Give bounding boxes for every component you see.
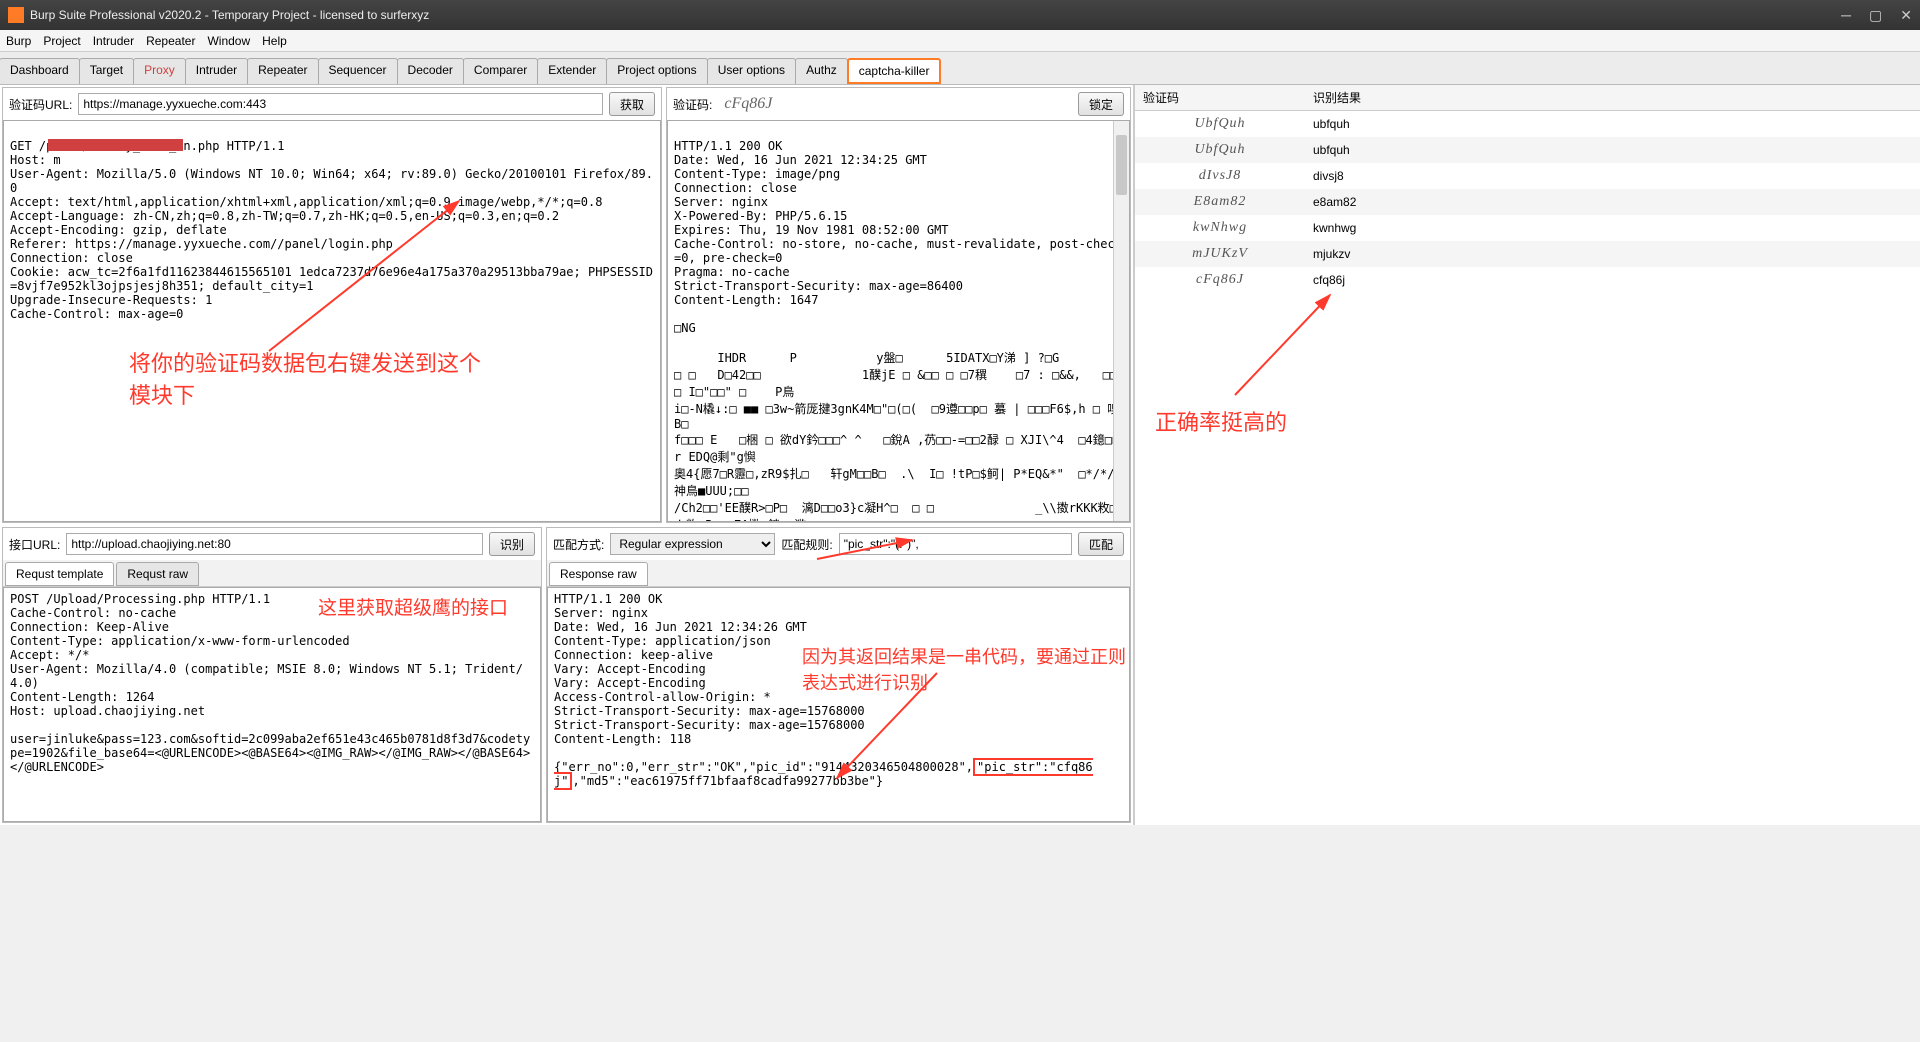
tab-dashboard[interactable]: Dashboard xyxy=(0,58,80,84)
minimize-icon[interactable]: ─ xyxy=(1841,7,1851,24)
result-cell: e8am82 xyxy=(1305,195,1364,209)
table-row[interactable]: dIvsJ8 divsj8 xyxy=(1135,163,1920,189)
api-request-text: POST /Upload/Processing.php HTTP/1.1 Cac… xyxy=(10,592,530,774)
menu-burp[interactable]: Burp xyxy=(6,34,31,48)
result-cell: ubfquh xyxy=(1305,117,1358,131)
match-mode-select[interactable]: Regular expression xyxy=(610,533,775,555)
captcha-image: cFq86J xyxy=(718,95,1072,113)
match-mode-label: 匹配方式: xyxy=(553,536,604,553)
tab-intruder[interactable]: Intruder xyxy=(185,58,248,84)
table-row[interactable]: UbfQuh ubfquh xyxy=(1135,111,1920,137)
recognize-button[interactable]: 识别 xyxy=(489,532,535,556)
arrow-accuracy xyxy=(1225,285,1345,405)
tab-captcha-killer[interactable]: captcha-killer xyxy=(847,58,942,84)
main-tabs: Dashboard Target Proxy Intruder Repeater… xyxy=(0,52,1920,85)
result-cell: divsj8 xyxy=(1305,169,1352,183)
captcha-cell: UbfQuh xyxy=(1194,116,1245,131)
match-button[interactable]: 匹配 xyxy=(1078,532,1124,556)
menu-window[interactable]: Window xyxy=(207,34,250,48)
titlebar: Burp Suite Professional v2020.2 - Tempor… xyxy=(0,0,1920,30)
window-title: Burp Suite Professional v2020.2 - Tempor… xyxy=(30,8,1841,22)
table-row[interactable]: kwNhwg kwnhwg xyxy=(1135,215,1920,241)
api-url-label: 接口URL: xyxy=(9,536,60,553)
result-cell: cfq86j xyxy=(1305,273,1353,287)
lock-button[interactable]: 锁定 xyxy=(1078,92,1124,116)
tab-extender[interactable]: Extender xyxy=(537,58,607,84)
annotation-4: 正确率挺高的 xyxy=(1155,405,1287,437)
table-row[interactable]: E8am82 e8am82 xyxy=(1135,189,1920,215)
maximize-icon[interactable]: ▢ xyxy=(1869,7,1882,24)
tab-target[interactable]: Target xyxy=(79,58,134,84)
subtab-response-raw[interactable]: Response raw xyxy=(549,562,648,586)
response-text: HTTP/1.1 200 OK Date: Wed, 16 Jun 2021 1… xyxy=(674,139,1130,522)
result-cell: mjukzv xyxy=(1305,247,1358,261)
tab-decoder[interactable]: Decoder xyxy=(397,58,464,84)
table-row[interactable]: cFq86J cfq86j xyxy=(1135,267,1920,293)
menu-repeater[interactable]: Repeater xyxy=(146,34,195,48)
tab-authz[interactable]: Authz xyxy=(795,58,848,84)
api-url-input[interactable] xyxy=(66,533,483,555)
response-scrollbar[interactable] xyxy=(1113,121,1129,521)
api-request-viewer[interactable]: POST /Upload/Processing.php HTTP/1.1 Cac… xyxy=(3,587,541,822)
col-result: 识别结果 xyxy=(1305,85,1369,110)
tab-comparer[interactable]: Comparer xyxy=(463,58,538,84)
subtab-request-raw[interactable]: Requst raw xyxy=(116,562,199,586)
captcha-cell: kwNhwg xyxy=(1193,220,1247,235)
api-response-pre: HTTP/1.1 200 OK Server: nginx Date: Wed,… xyxy=(554,592,973,774)
menu-intruder[interactable]: Intruder xyxy=(93,34,134,48)
tab-project-options[interactable]: Project options xyxy=(606,58,707,84)
captcha-code-label: 验证码: xyxy=(673,96,712,113)
main-content: 验证码URL: 获取 GET /panel/verify_code_cn.php… xyxy=(0,85,1920,825)
redacted-host xyxy=(48,139,183,151)
captcha-cell: mJUKzV xyxy=(1192,246,1248,261)
request-text: GET /panel/verify_code_cn.php HTTP/1.1 H… xyxy=(10,139,653,321)
match-rule-input[interactable] xyxy=(839,533,1072,555)
table-row[interactable]: UbfQuh ubfquh xyxy=(1135,137,1920,163)
get-button[interactable]: 获取 xyxy=(609,92,655,116)
captcha-cell: UbfQuh xyxy=(1194,142,1245,157)
tab-proxy[interactable]: Proxy xyxy=(133,58,186,84)
table-row[interactable]: mJUKzV mjukzv xyxy=(1135,241,1920,267)
match-rule-label: 匹配规则: xyxy=(781,536,832,553)
tab-user-options[interactable]: User options xyxy=(707,58,796,84)
captcha-cell: dIvsJ8 xyxy=(1199,168,1242,183)
captcha-cell: cFq86J xyxy=(1196,272,1244,287)
menu-help[interactable]: Help xyxy=(262,34,287,48)
captcha-url-label: 验证码URL: xyxy=(9,96,72,113)
annotation-1: 将你的验证码数据包右键发送到这个 模块下 xyxy=(129,346,481,410)
request-viewer[interactable]: GET /panel/verify_code_cn.php HTTP/1.1 H… xyxy=(3,120,661,522)
subtab-request-template[interactable]: Requst template xyxy=(5,562,114,586)
tab-sequencer[interactable]: Sequencer xyxy=(318,58,398,84)
col-captcha: 验证码 xyxy=(1135,85,1305,110)
captcha-cell: E8am82 xyxy=(1194,194,1247,209)
captcha-url-input[interactable] xyxy=(78,93,603,115)
result-cell: kwnhwg xyxy=(1305,221,1364,235)
api-response-post: ,"md5":"eac61975ff71bfaaf8cadfa99277bb3b… xyxy=(572,774,883,788)
app-icon xyxy=(8,7,24,23)
close-icon[interactable]: ✕ xyxy=(1900,7,1912,24)
result-cell: ubfquh xyxy=(1305,143,1358,157)
response-viewer[interactable]: HTTP/1.1 200 OK Date: Wed, 16 Jun 2021 1… xyxy=(667,120,1130,522)
tab-repeater[interactable]: Repeater xyxy=(247,58,318,84)
results-header: 验证码 识别结果 xyxy=(1135,85,1920,111)
menu-project[interactable]: Project xyxy=(43,34,80,48)
api-response-viewer[interactable]: HTTP/1.1 200 OK Server: nginx Date: Wed,… xyxy=(547,587,1130,822)
menubar: Burp Project Intruder Repeater Window He… xyxy=(0,30,1920,52)
results-body: UbfQuh ubfquh UbfQuh ubfquh dIvsJ8 divsj8 E… xyxy=(1135,111,1920,293)
